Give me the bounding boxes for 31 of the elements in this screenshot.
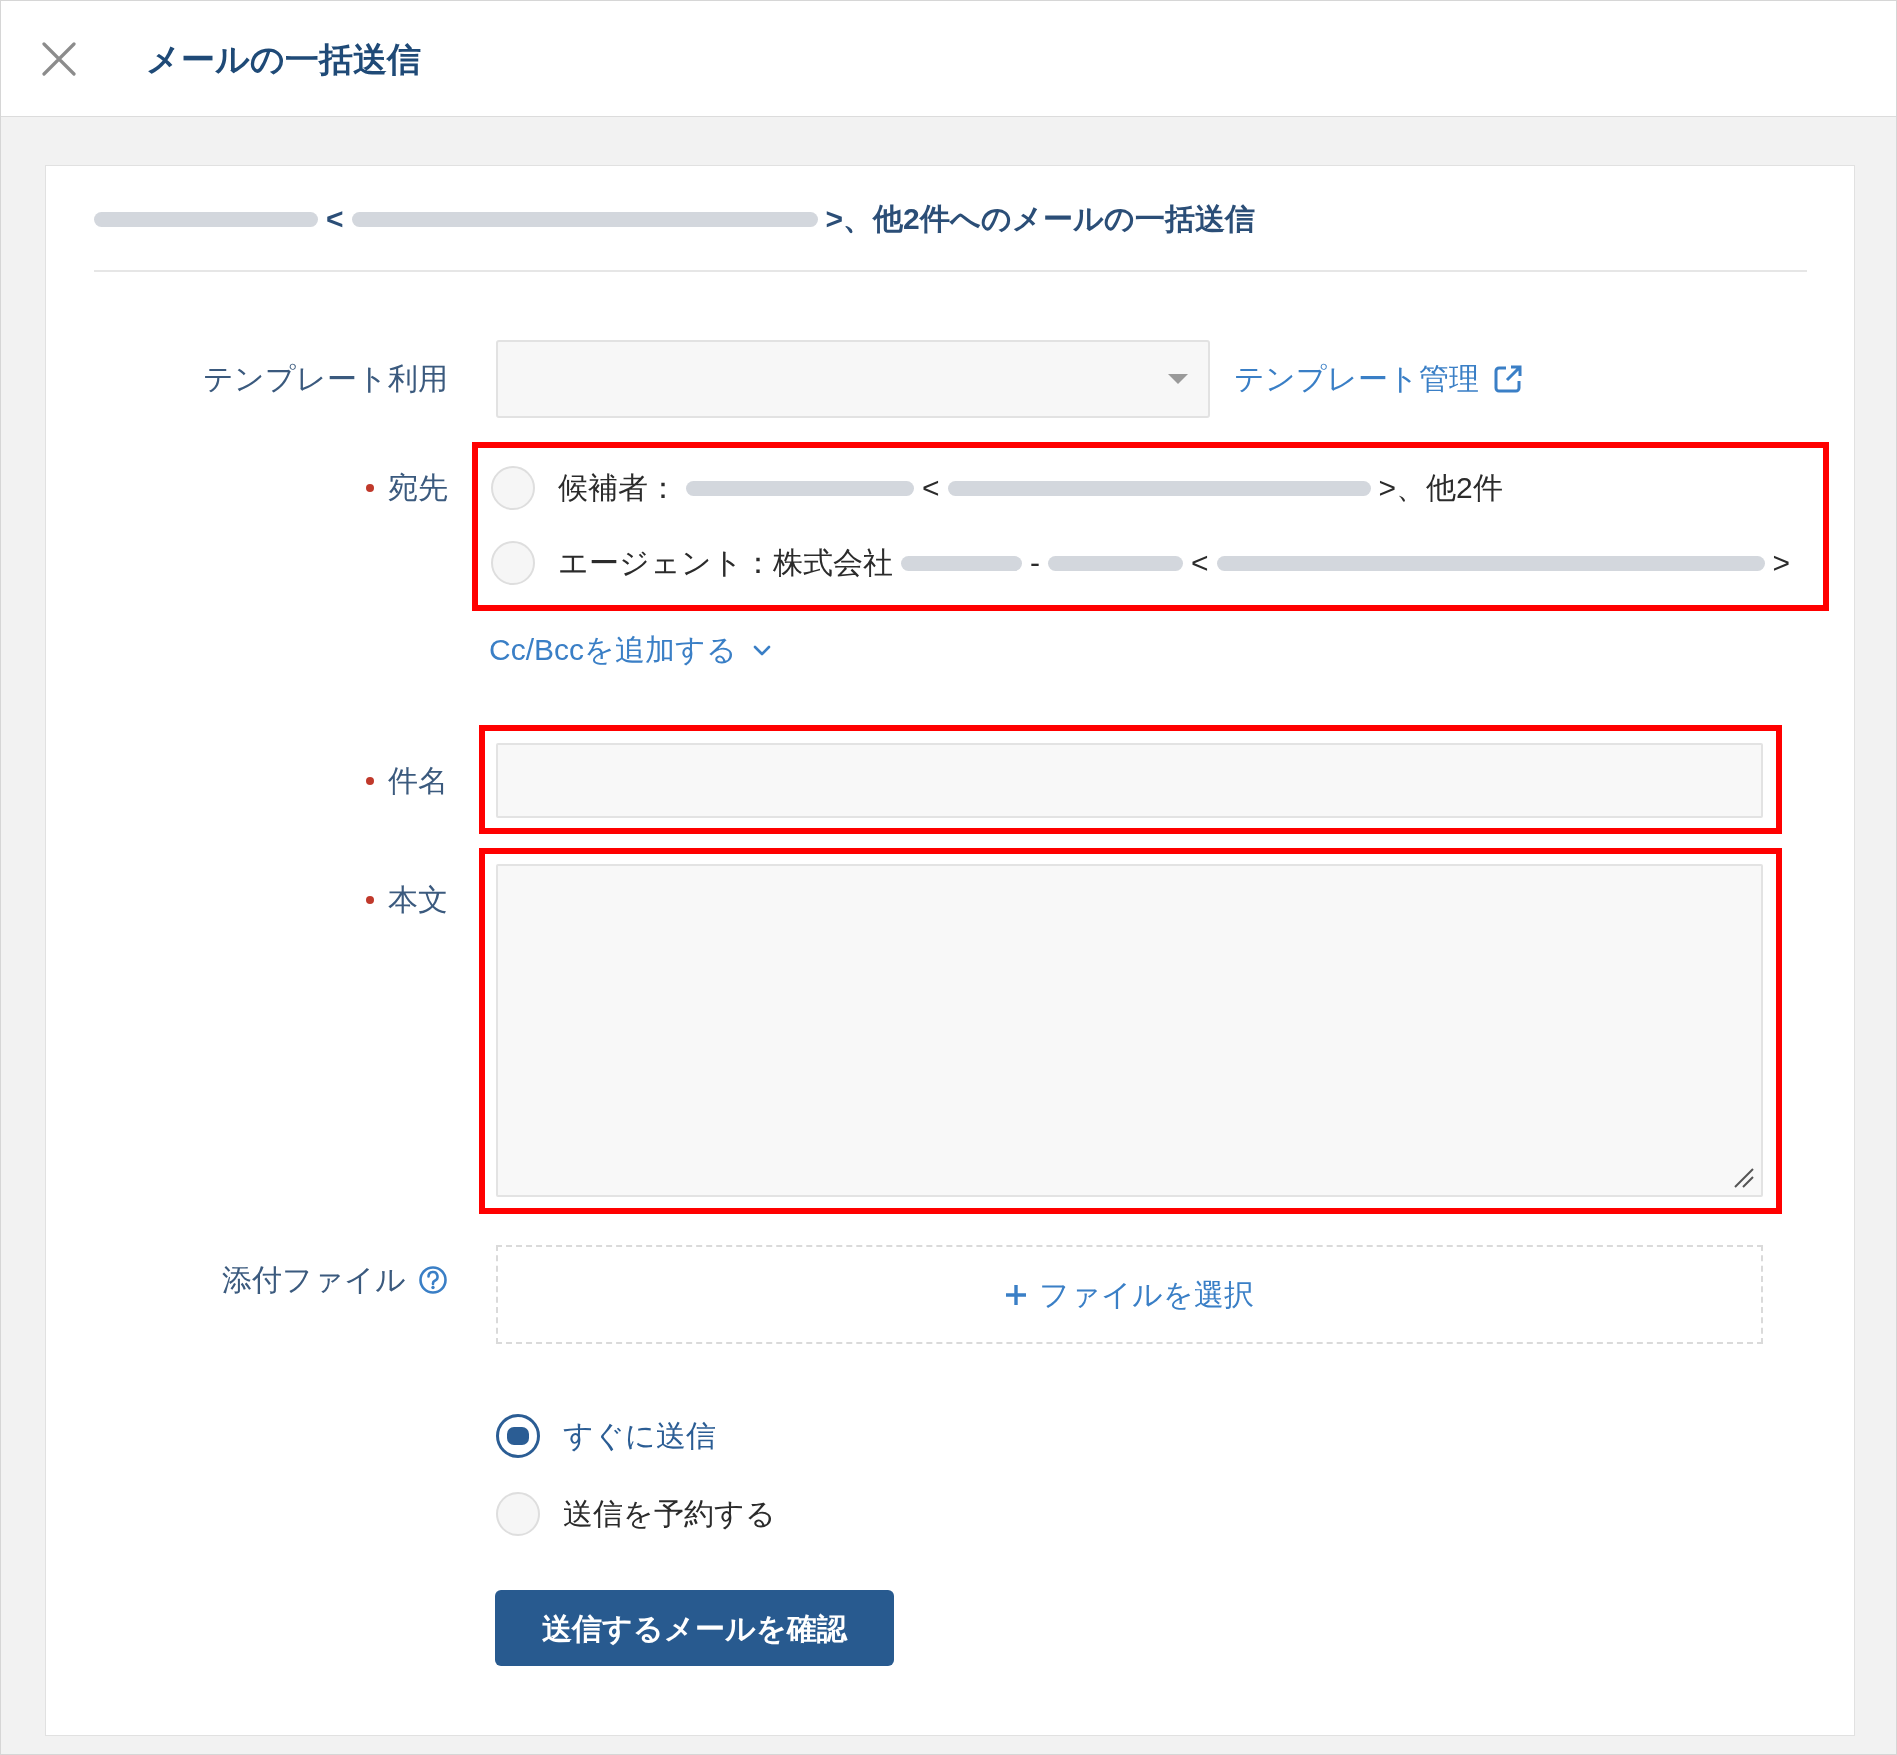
field-label: 添付ファイル [222,1262,406,1298]
heading-text: >、他2件へのメールの一括送信 [825,201,1255,237]
field-label: 件名 [388,762,448,799]
recipient-text: < [922,470,940,506]
resize-handle-icon[interactable] [1733,1167,1755,1189]
subject-input[interactable] [496,743,1763,818]
cc-bcc-link[interactable]: Cc/Bccを追加する [489,632,771,668]
template-select[interactable] [496,340,1210,418]
window-title: メールの一括送信 [146,38,421,79]
recipient-text: < [1191,545,1209,581]
recipient-text: エージェント：株式会社 [558,545,893,581]
option-label[interactable]: 送信を予約する [563,1496,776,1532]
file-select-button[interactable]: ファイルを選択 [496,1245,1763,1344]
heading-text: < [326,201,344,237]
recipient-text: > [1772,545,1791,581]
plus-icon [1005,1283,1027,1306]
field-label: 宛先 [388,470,448,506]
recipient-text: - [1030,545,1040,581]
chevron-down-icon [753,644,771,656]
template-link[interactable]: テンプレート管理 [1234,361,1523,397]
recipient-text: 候補者： [558,470,678,506]
option-label[interactable]: すぐに送信 [563,1418,716,1454]
help-icon[interactable] [418,1265,448,1295]
confirm-button[interactable]: 送信するメールを確認 [495,1590,894,1666]
field-label: 本文 [388,882,448,918]
field-label: テンプレート利用 [203,361,448,397]
external-link-icon [1493,364,1523,394]
caret-down-icon [1168,374,1188,384]
radio-button[interactable] [496,1414,540,1458]
close-icon[interactable] [42,41,76,76]
recipient-text: >、他2件 [1378,470,1503,506]
